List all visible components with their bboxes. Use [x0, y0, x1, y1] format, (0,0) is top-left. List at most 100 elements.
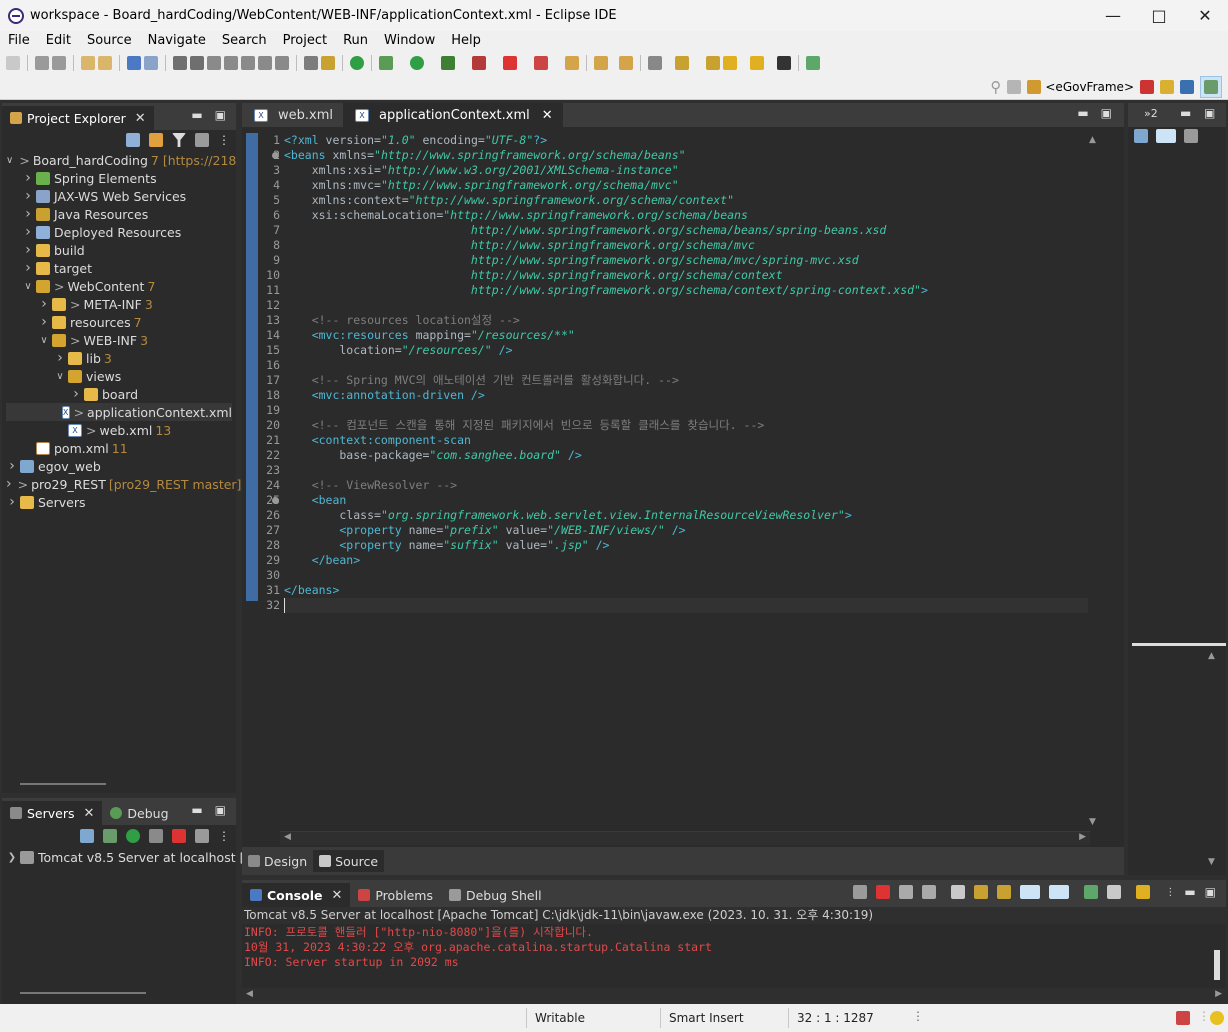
status-more-icon[interactable]: ⋮: [1198, 1009, 1210, 1023]
expand-arrow-icon[interactable]: ›: [6, 494, 18, 510]
collapse-arrow-icon[interactable]: ∨: [6, 155, 13, 166]
view-menu-icon[interactable]: ⋮: [218, 829, 230, 843]
task-list-icon[interactable]: [1156, 129, 1176, 143]
code-line[interactable]: <property name="prefix" value="/WEB-INF/…: [284, 523, 1088, 538]
expand-arrow-icon[interactable]: ›: [38, 314, 50, 330]
minimize-icon[interactable]: ▬: [1077, 106, 1088, 120]
scroll-right-icon[interactable]: ▶: [1215, 989, 1222, 999]
menu-project[interactable]: Project: [275, 33, 335, 48]
tree-item[interactable]: ∨ > Board_hardCoding 7 [https://218: [6, 151, 236, 169]
save-all-icon[interactable]: [52, 56, 66, 70]
code-line[interactable]: <property name="suffix" value=".jsp" />: [284, 538, 1088, 553]
close-icon[interactable]: ✕: [84, 806, 95, 821]
code-line[interactable]: http://www.springframework.org/schema/co…: [284, 268, 1088, 283]
vertical-scrollbar[interactable]: ▲ ▼: [1088, 131, 1098, 831]
code-line[interactable]: [284, 403, 1088, 418]
perspective-egovframe[interactable]: <eGovFrame>: [1027, 80, 1134, 94]
filter-icon[interactable]: [172, 133, 186, 147]
tree-item[interactable]: › target: [6, 259, 232, 277]
previous-annotation-icon[interactable]: [706, 56, 720, 70]
collapse-all-icon[interactable]: [126, 133, 140, 147]
tree-item[interactable]: ∨ > WEB-INF 3: [6, 331, 232, 349]
vertical-scrollbar[interactable]: ▲ ▼: [1208, 649, 1218, 869]
console-output[interactable]: INFO: 프로토콜 핸들러 ["http-nio-8080"]을(를) 시작합…: [244, 925, 1206, 970]
horizontal-scrollbar[interactable]: [20, 783, 106, 785]
minimize-icon[interactable]: ▬: [1184, 885, 1195, 899]
code-area[interactable]: 1234567891011121314151617181920212223242…: [242, 131, 1124, 831]
code-line[interactable]: class="org.springframework.web.servlet.v…: [284, 508, 1088, 523]
code-line[interactable]: http://www.springframework.org/schema/mv…: [284, 238, 1088, 253]
code-line[interactable]: location="/resources/" />: [284, 343, 1088, 358]
tree-item[interactable]: › > pro29_REST [pro29_REST master]: [6, 475, 241, 493]
scroll-left-icon[interactable]: ◀: [284, 832, 291, 842]
terminal-icon[interactable]: [127, 56, 141, 70]
code-line[interactable]: </beans>: [284, 583, 1088, 598]
tab-application-context-xml[interactable]: X applicationContext.xml ✕: [342, 103, 563, 127]
pin-editor-icon[interactable]: [806, 56, 820, 70]
code-line[interactable]: <context:component-scan: [284, 433, 1088, 448]
disconnect-icon[interactable]: [224, 56, 238, 70]
minimize-button[interactable]: —: [1090, 0, 1136, 31]
outline-icon[interactable]: [1134, 129, 1148, 143]
menu-run[interactable]: Run: [335, 33, 376, 48]
step-over-icon[interactable]: [258, 56, 272, 70]
code-line[interactable]: [284, 358, 1088, 373]
menu-file[interactable]: File: [0, 33, 38, 48]
perspective-java-ee-icon[interactable]: [1160, 80, 1174, 94]
expand-arrow-icon[interactable]: ›: [22, 224, 34, 240]
show-on-stdout-icon[interactable]: [1020, 885, 1041, 899]
code-line[interactable]: http://www.springframework.org/schema/be…: [284, 223, 1088, 238]
code-line[interactable]: <mvc:resources mapping="/resources/**": [284, 328, 1088, 343]
fold-icon[interactable]: [272, 152, 279, 159]
tree-item[interactable]: › board: [6, 385, 232, 403]
back-icon[interactable]: [750, 56, 764, 70]
code-line[interactable]: <mvc:annotation-driven />: [284, 388, 1088, 403]
collapse-arrow-icon[interactable]: ∨: [54, 371, 66, 382]
new-icon[interactable]: [6, 56, 20, 70]
console-horizontal-scrollbar[interactable]: ◀ ▶: [242, 988, 1226, 1004]
code-line[interactable]: xsi:schemaLocation="http://www.springfra…: [284, 208, 1088, 223]
perspective-debug-icon[interactable]: [1140, 80, 1154, 94]
scroll-right-icon[interactable]: ▶: [1079, 832, 1086, 842]
remove-launch-icon[interactable]: [899, 885, 914, 899]
minimize-icon[interactable]: ▬: [191, 108, 202, 122]
code-line[interactable]: http://www.springframework.org/schema/mv…: [284, 253, 1088, 268]
code-line[interactable]: [284, 598, 1088, 613]
terminate-console-icon[interactable]: [876, 885, 891, 899]
tree-item[interactable]: › resources 7: [6, 313, 232, 331]
tree-item[interactable]: › JAX-WS Web Services: [6, 187, 232, 205]
close-icon[interactable]: ✕: [135, 111, 146, 126]
code-line[interactable]: <!-- ViewResolver -->: [284, 478, 1088, 493]
maximize-icon[interactable]: ▣: [215, 108, 226, 122]
status-menu-icon[interactable]: ⋮: [912, 1009, 924, 1023]
tree-item[interactable]: X > applicationContext.xml: [6, 403, 232, 421]
minimize-icon[interactable]: ▬: [1180, 106, 1191, 120]
use-step-filters-icon[interactable]: [321, 56, 335, 70]
expand-arrow-icon[interactable]: ❯: [6, 852, 18, 863]
close-icon[interactable]: ✕: [331, 888, 342, 903]
tab-debug-shell[interactable]: Debug Shell: [441, 883, 550, 907]
code-line[interactable]: <!-- 컴포넌트 스캔을 통해 지정된 패키지에서 빈으로 등록할 클래스를 …: [284, 418, 1088, 433]
server-stop-icon[interactable]: [172, 829, 186, 843]
expand-arrow-icon[interactable]: ›: [22, 242, 34, 258]
open-task-icon[interactable]: [619, 56, 633, 70]
expand-arrow-icon[interactable]: ›: [22, 260, 34, 276]
tree-item[interactable]: › Spring Elements: [6, 169, 232, 187]
code-line[interactable]: http://www.springframework.org/schema/co…: [284, 283, 1088, 298]
expand-arrow-icon[interactable]: ›: [6, 458, 18, 474]
tree-item[interactable]: X > web.xml 13: [6, 421, 232, 439]
tree-item[interactable]: › build: [6, 241, 232, 259]
server-debug-icon[interactable]: [103, 829, 117, 843]
reload-icon[interactable]: [853, 885, 868, 899]
server-row-tomcat[interactable]: ❯ Tomcat v8.5 Server at localhost [S: [6, 848, 253, 866]
code-line[interactable]: <!-- resources location설정 -->: [284, 313, 1088, 328]
menu-search[interactable]: Search: [214, 33, 275, 48]
code-line[interactable]: <bean: [284, 493, 1088, 508]
tab-project-explorer[interactable]: Project Explorer ✕: [2, 106, 154, 130]
scroll-up-icon[interactable]: ▲: [1089, 135, 1096, 145]
menu-navigate[interactable]: Navigate: [140, 33, 214, 48]
tree-item[interactable]: › Java Resources: [6, 205, 232, 223]
pin-console-icon[interactable]: [1084, 885, 1099, 899]
tree-item[interactable]: ∨ > WebContent 7: [6, 277, 232, 295]
tab-console[interactable]: Console ✕: [242, 883, 351, 907]
